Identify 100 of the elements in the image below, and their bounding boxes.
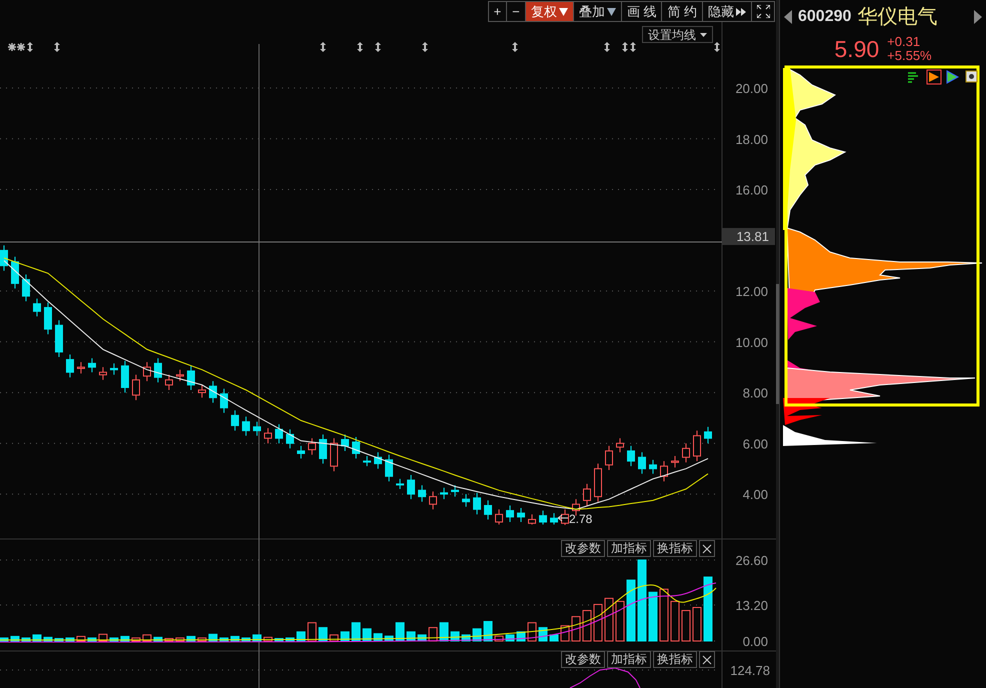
indicator-button[interactable]: 加指标 bbox=[607, 651, 651, 668]
candlestick bbox=[693, 430, 701, 462]
flag-icon[interactable] bbox=[926, 70, 942, 84]
candlestick bbox=[176, 369, 184, 382]
volume-bar bbox=[648, 592, 658, 642]
toolbar-dropdown[interactable]: 复权 bbox=[526, 2, 574, 21]
price-axis-label: 8.00 bbox=[742, 386, 768, 401]
price-axis-label: 10.00 bbox=[735, 334, 768, 350]
low-price-label: 2.78 bbox=[569, 512, 592, 526]
volume-bar bbox=[384, 636, 394, 642]
candlestick bbox=[286, 428, 294, 449]
volume-bar bbox=[54, 638, 64, 642]
candlestick bbox=[638, 452, 646, 474]
indicator-button[interactable]: 换指标 bbox=[653, 651, 697, 668]
chip-profile-area bbox=[787, 288, 820, 340]
volume-bar bbox=[286, 637, 294, 642]
candlestick bbox=[0, 244, 8, 272]
candlestick bbox=[649, 459, 657, 474]
flag-icon[interactable] bbox=[946, 70, 960, 84]
indicator-curve bbox=[570, 667, 640, 688]
volume-bar bbox=[318, 627, 328, 642]
marker-icon bbox=[714, 42, 720, 52]
volume-axis-label: 26.60 bbox=[735, 553, 768, 568]
volume-bar bbox=[704, 576, 712, 642]
volume-bar bbox=[230, 636, 240, 642]
volume-bar bbox=[274, 638, 284, 642]
price-axis-label: 18.00 bbox=[735, 132, 768, 147]
volume-bar bbox=[594, 604, 602, 642]
candlestick bbox=[308, 438, 316, 456]
scrollbar-thumb[interactable] bbox=[776, 284, 779, 404]
settings-icon[interactable] bbox=[966, 70, 978, 82]
close-icon bbox=[702, 654, 712, 664]
close-button[interactable] bbox=[699, 540, 715, 557]
volume-bar bbox=[528, 622, 536, 642]
candlestick bbox=[605, 445, 613, 470]
candlestick bbox=[187, 365, 195, 391]
candlestick bbox=[528, 514, 536, 526]
volume-bar bbox=[186, 636, 196, 642]
volume-bar bbox=[242, 637, 250, 642]
volume-bar bbox=[494, 636, 504, 642]
volume-axis-label: 13.20 bbox=[735, 598, 768, 613]
candlestick bbox=[297, 445, 305, 460]
marker-icon bbox=[27, 42, 33, 52]
marker-icon bbox=[357, 42, 363, 52]
candlestick bbox=[11, 256, 19, 289]
volume-bar bbox=[110, 637, 118, 642]
candlestick bbox=[396, 478, 404, 490]
candlestick bbox=[627, 445, 635, 467]
previous-arrow-icon[interactable] bbox=[784, 10, 792, 24]
candlestick bbox=[704, 426, 712, 444]
marker-icon bbox=[422, 42, 428, 52]
marker-icon bbox=[604, 42, 610, 52]
volume-bar bbox=[660, 588, 668, 642]
marker-icon bbox=[375, 42, 381, 52]
volume-bar bbox=[198, 637, 206, 642]
candlestick bbox=[44, 302, 52, 335]
toolbar-label: 复权 bbox=[530, 2, 557, 21]
next-arrow-icon[interactable] bbox=[974, 10, 982, 24]
indicator-button[interactable]: 改参数 bbox=[561, 651, 605, 668]
candlestick bbox=[451, 484, 459, 498]
candlestick bbox=[209, 380, 217, 404]
candlestick bbox=[429, 491, 437, 510]
candlestick bbox=[352, 436, 360, 460]
indicator-button[interactable]: 加指标 bbox=[607, 540, 651, 557]
percent-change: +5.55% bbox=[887, 49, 932, 63]
caret-icon bbox=[700, 32, 707, 36]
indicator-button[interactable]: 改参数 bbox=[561, 540, 605, 557]
candlestick bbox=[583, 483, 591, 506]
volume-bar bbox=[164, 638, 174, 642]
volume-bar bbox=[296, 631, 306, 642]
marker-icon bbox=[630, 42, 636, 52]
candlestick bbox=[506, 505, 514, 522]
candlestick bbox=[572, 498, 580, 516]
price-axis-label: 4.00 bbox=[742, 487, 768, 502]
volume-bar bbox=[340, 631, 350, 642]
bar-list-icon[interactable] bbox=[907, 72, 919, 83]
candlestick bbox=[374, 452, 382, 470]
candlestick bbox=[495, 508, 503, 526]
candlestick bbox=[341, 434, 349, 452]
indicator-axis-label: 124.78 bbox=[730, 663, 770, 678]
ma-settings-dropdown[interactable]: 设置均线 bbox=[642, 26, 713, 43]
stock-code: 600290 bbox=[798, 7, 852, 27]
candlestick bbox=[242, 416, 250, 436]
volume-bar bbox=[76, 636, 86, 642]
volume-bar bbox=[352, 622, 360, 642]
volume-bar bbox=[132, 637, 140, 642]
candlestick bbox=[561, 508, 569, 526]
candlestick bbox=[275, 424, 283, 444]
candlestick bbox=[33, 298, 41, 317]
candlestick bbox=[616, 438, 624, 453]
indicator-button[interactable]: 换指标 bbox=[653, 540, 697, 557]
volume-bar bbox=[220, 637, 228, 642]
candlestick bbox=[253, 421, 261, 436]
crosshair-price: 13.81 bbox=[722, 228, 775, 245]
volume-bar bbox=[604, 598, 614, 642]
candlestick bbox=[55, 320, 63, 358]
volume-bar bbox=[582, 610, 592, 642]
close-button[interactable] bbox=[699, 651, 715, 668]
candlestick bbox=[660, 460, 668, 482]
volume-bar bbox=[0, 637, 8, 642]
